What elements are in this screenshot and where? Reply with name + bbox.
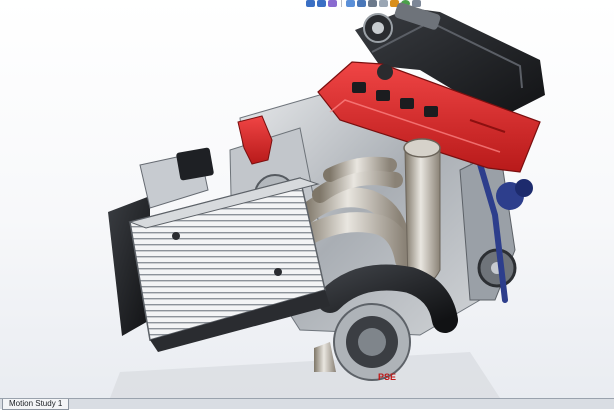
downpipe <box>404 142 441 287</box>
engine-assembly-model[interactable]: PSE <box>0 0 614 398</box>
turbo-logo: PSE <box>378 372 396 382</box>
graphics-area[interactable]: PSE <box>0 0 614 398</box>
downpipe-outlet <box>403 138 441 158</box>
floor-reflection <box>110 352 500 398</box>
tab-motion-study-1[interactable]: Motion Study 1 <box>2 399 70 410</box>
motion-study-tab-bar: Motion Study 1 <box>0 398 614 410</box>
